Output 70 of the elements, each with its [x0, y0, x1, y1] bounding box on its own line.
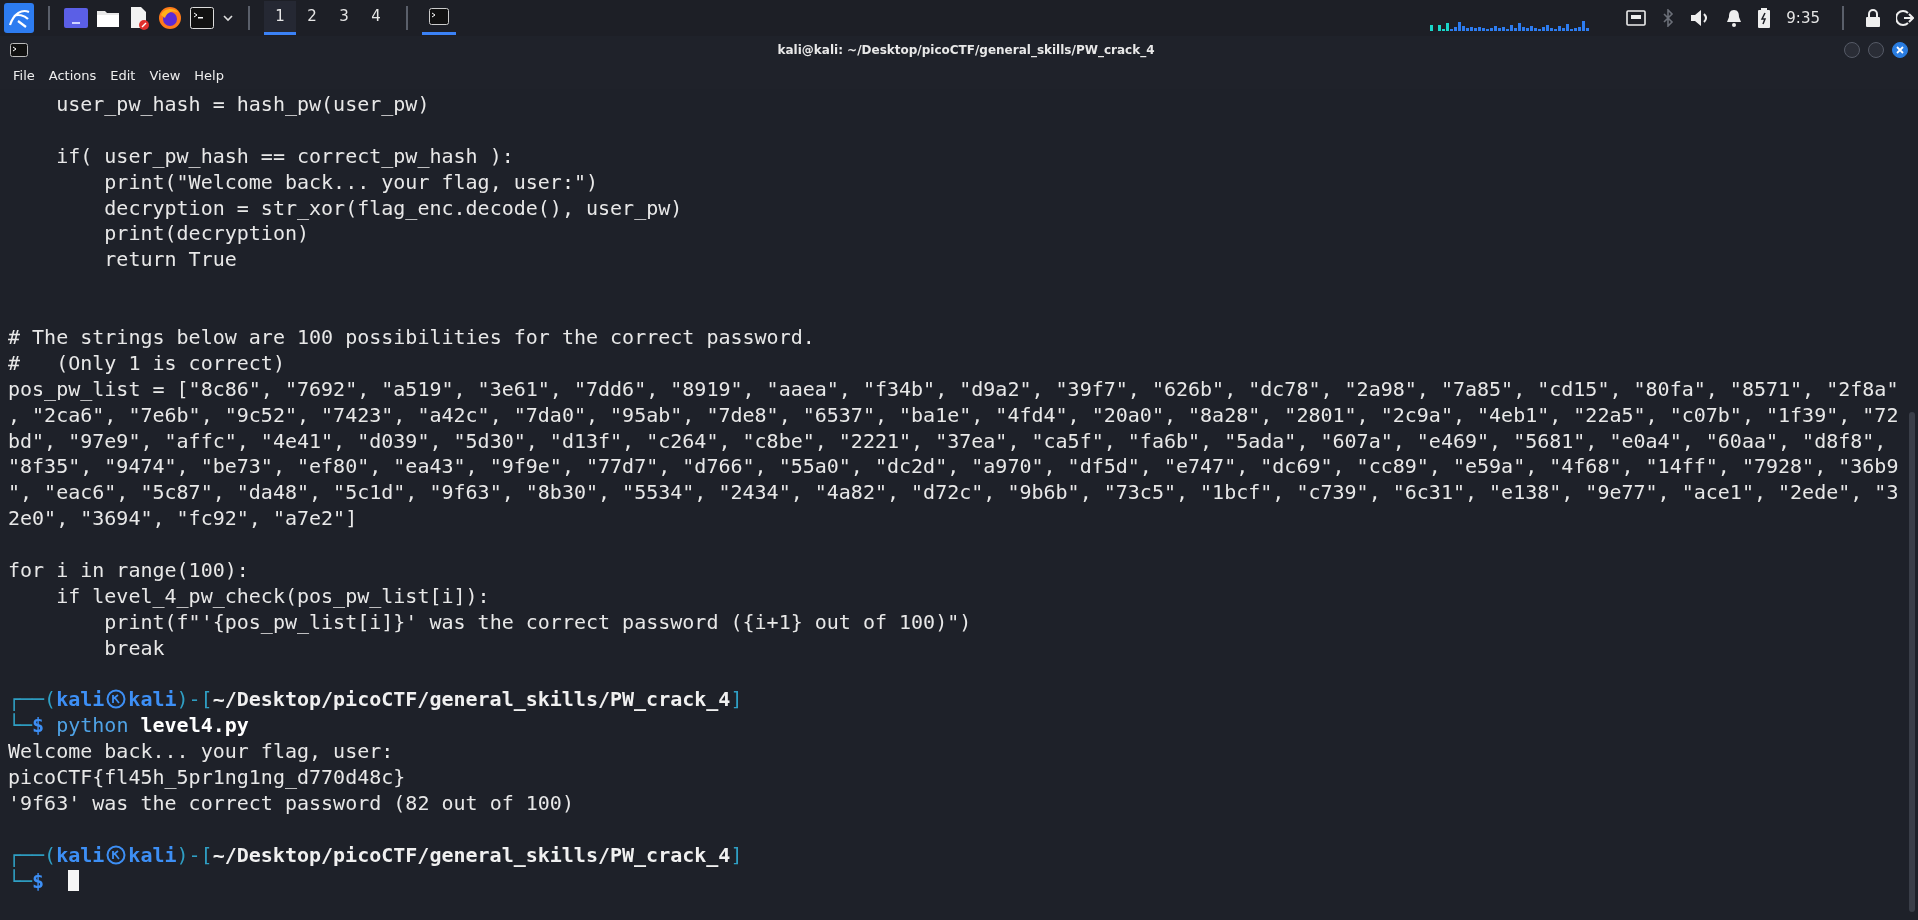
- terminal-line: 2e0", "3694", "fc92", "a7e2"]: [8, 506, 358, 533]
- terminal-line: Welcome back... your flag, user:: [8, 739, 394, 766]
- terminal-line: # The strings below are 100 possibilities for the correct password.: [8, 325, 815, 351]
- clock: 9:35: [1786, 7, 1820, 29]
- prompt-user: kali: [128, 687, 177, 712]
- terminal-icon: [429, 8, 449, 25]
- browser-icon[interactable]: [158, 6, 182, 30]
- prompt-path: ~/Desktop/picoCTF/general_skills/PW_crack_4: [212, 842, 731, 867]
- terminal-line: '9f63' was the correct password (82 out of 100): [8, 791, 574, 817]
- terminal-line: decryption = str_xor(flag_enc.decode(), user_pw): [103, 195, 683, 222]
- app-menu-icon[interactable]: [4, 3, 34, 33]
- terminal-line: print("Welcome back... your flag, user:"): [103, 169, 598, 196]
- prompt-frame: ┌──(: [8, 842, 57, 867]
- terminal-line: ", "eac6", "5c87", "da48", "5c1d", "9f63", "8b30", "5534", "2434", "4a82", "d72c", "9b6b", "73c5", "1bcf", "c739", "6c31", "e138", "9e77", "ace1", "2ede", "3: [8, 480, 1899, 507]
- terminal-icon[interactable]: [190, 7, 214, 29]
- network-icon[interactable]: [1626, 10, 1647, 26]
- folder-icon[interactable]: [96, 8, 120, 28]
- text-cursor: [68, 869, 80, 891]
- command-name: python: [56, 713, 129, 738]
- menu-item[interactable]: Edit: [104, 66, 142, 86]
- menu-item[interactable]: Help: [188, 66, 230, 86]
- notification-bell-icon[interactable]: [1726, 9, 1743, 27]
- terminal-line: break: [103, 635, 165, 662]
- prompt-frame: └─: [8, 868, 33, 893]
- prompt-frame: ]: [730, 842, 743, 867]
- prompt-frame: )-[: [176, 842, 213, 867]
- prompt-path: ~/Desktop/picoCTF/general_skills/PW_crack_4: [212, 687, 731, 712]
- terminal-line: pos_pw_list = ["8c86", "7692", "a519", "3e61", "7dd6", "8919", "aaea", "f34b", "d9a2", "39f7", "626b", "dc78", "2a98", "7a85", "cd15", "80fa", "8571", "2f8a": [8, 376, 1899, 403]
- prompt-user: kali: [56, 842, 105, 867]
- terminal-line: bd", "97e9", "affc", "4e41", "d039", "5d30", "d13f", "c264", "c8be", "2221", "37ea", "ca5f", "fa6b", "5ada", "607a", "e469", "5681", "e0a4", "60aa", "d8f8",: [8, 428, 1887, 455]
- prompt-user: kali: [128, 842, 177, 867]
- desktop-icon[interactable]: [64, 8, 88, 28]
- close-icon: [1896, 45, 1904, 54]
- workspace-tab[interactable]: 2: [296, 1, 328, 35]
- command-argument: level4.py: [140, 713, 249, 738]
- menu-item[interactable]: File: [7, 66, 41, 86]
- menu-item[interactable]: View: [143, 66, 187, 86]
- prompt-frame: )-[: [176, 687, 213, 712]
- terminal-line: if( user_pw_hash == correct_pw_hash ):: [55, 143, 514, 170]
- terminal-line: return True: [103, 247, 237, 274]
- window-title: kali@kali: ~/Desktop/picoCTF/general_skills/PW_crack_4: [776, 41, 1155, 59]
- workspace-tab[interactable]: 3: [328, 1, 360, 35]
- caret-icon[interactable]: [222, 13, 234, 23]
- circled-symbol-icon: [106, 689, 127, 710]
- workspace-tab[interactable]: 4: [360, 1, 392, 35]
- prompt-frame: ]: [730, 687, 743, 712]
- terminal-line: for i in range(100):: [8, 558, 249, 584]
- terminal-line: # (Only 1 is correct): [8, 350, 285, 377]
- terminal-line: "8f35", "9474", "be73", "ef80", "ea43", "9f9e", "77d7", "d766", "55a0", "dc2d", "a970", "df5d", "e747", "dc69", "cc89", "e59a", "4f68", "14ff", "7928", "36b9: [8, 454, 1899, 481]
- terminal-line: picoCTF{fl45h_5pr1ng1ng_d770d48c}: [8, 765, 406, 792]
- prompt-sign: $: [32, 868, 45, 893]
- menu-item[interactable]: Actions: [42, 66, 103, 86]
- close-button[interactable]: [1892, 41, 1908, 58]
- logout-icon[interactable]: [1896, 10, 1914, 26]
- prompt-frame: └─: [8, 713, 33, 738]
- terminal-icon: [10, 42, 28, 57]
- prompt-user: kali: [56, 687, 105, 712]
- workspace-tab[interactable]: 1: [264, 1, 296, 35]
- battery-icon[interactable]: [1758, 8, 1771, 28]
- scrollbar[interactable]: [1909, 412, 1915, 912]
- lock-icon[interactable]: [1866, 9, 1880, 27]
- terminal-line: user_pw_hash = hash_pw(user_pw): [55, 92, 430, 118]
- terminal-line: , "2ca6", "7e6b", "9c52", "7423", "a42c", "7da0", "95ab", "7de8", "6537", "ba1e", "4fd4", "20a0", "8a28", "2801", "2c9a", "4eb1", "22a5", "c07b", "1f39", "72: [8, 402, 1899, 429]
- document-edit-icon[interactable]: [128, 6, 150, 30]
- terminal-line: print(decryption): [103, 221, 310, 248]
- prompt-sign: $: [32, 713, 45, 738]
- terminal-line: print(f"'{pos_pw_list[i]}' was the correct password ({i+1} out of 100)"): [103, 609, 972, 636]
- circled-symbol-icon: [106, 844, 127, 865]
- terminal-line: if level_4_pw_check(pos_pw_list[i]):: [55, 583, 490, 610]
- prompt-frame: ┌──(: [8, 687, 57, 712]
